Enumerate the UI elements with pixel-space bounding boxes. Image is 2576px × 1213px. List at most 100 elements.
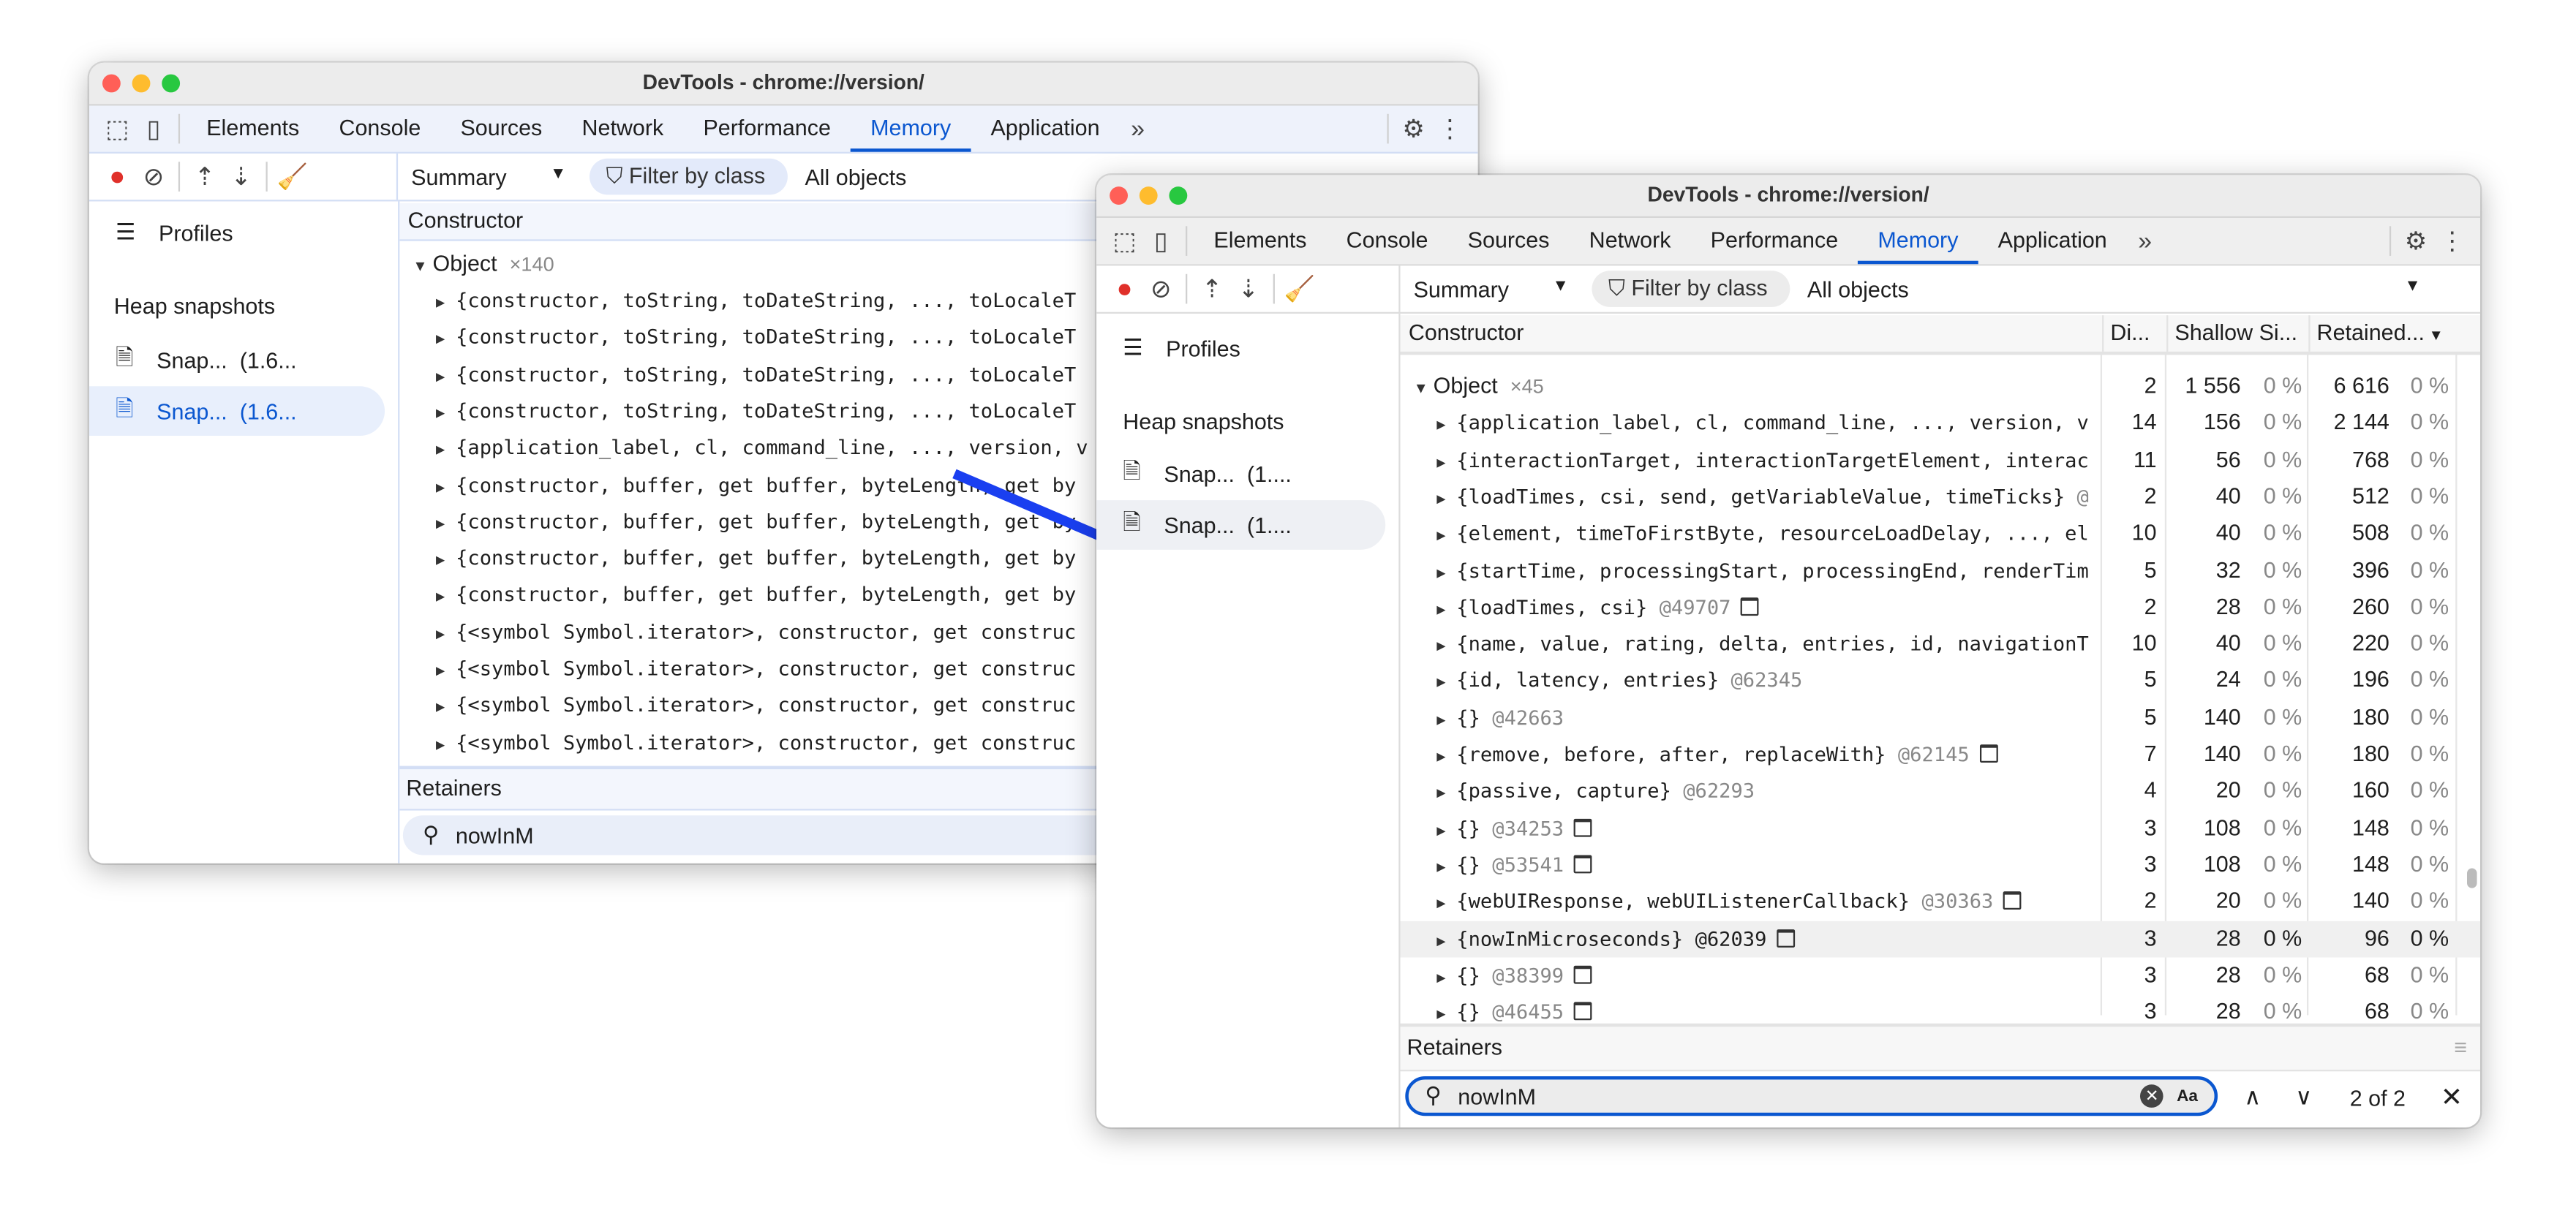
table-row[interactable]: ▶ {loadTimes, csi} @49707 2 28 0 % 260 0 % <box>1401 589 2481 626</box>
cell-shallow: 20 <box>2215 888 2241 913</box>
row-constructor: ▶ {passive, capture} @62293 <box>1436 773 2101 812</box>
more-tabs-icon[interactable]: » <box>2127 223 2163 260</box>
table-row[interactable]: ▶ {remove, before, after, replaceWith} @6… <box>1401 736 2481 773</box>
drag-handle-icon[interactable]: ≡ <box>2454 1027 2467 1070</box>
previous-match-icon[interactable]: ∧ <box>2244 1083 2261 1111</box>
table-row[interactable]: ▶ {element, timeToFirstByte, resourceLoad… <box>1401 515 2481 552</box>
record-icon[interactable]: ⏺ <box>1107 271 1143 307</box>
profiles-sidebar: ☰ Profiles Heap snapshots 🗎 Snap... (1....… <box>1096 313 1401 1128</box>
more-options-icon[interactable]: ⋮ <box>2434 223 2471 260</box>
zoom-button[interactable] <box>1169 186 1188 205</box>
cell-shallow-pct: 0 % <box>2263 851 2302 877</box>
cell-shallow: 156 <box>2203 409 2241 435</box>
broom-icon[interactable]: 🧹 <box>1281 271 1318 307</box>
close-search-icon[interactable]: ✕ <box>2441 1081 2463 1114</box>
view-select[interactable]: Summary ▼ <box>1414 276 1569 301</box>
row-label: {element, timeToFirstByte, resourceLoadD… <box>1456 521 2089 545</box>
row-label: {id, latency, entries} <box>1456 669 1720 692</box>
gear-icon[interactable]: ⚙ <box>2398 223 2434 260</box>
table-row[interactable]: ▶ {passive, capture} @62293 4 20 0 % 160 0 % <box>1401 773 2481 809</box>
close-button[interactable] <box>1110 186 1129 205</box>
table-row[interactable]: ▶ {} @38399 3 28 0 % 68 0 % <box>1401 957 2481 994</box>
tab-elements[interactable]: Elements <box>1194 218 1326 264</box>
table-row[interactable]: ▶ {} @42663 5 140 0 % 180 0 % <box>1401 700 2481 736</box>
cell-shallow: 28 <box>2215 925 2241 951</box>
tab-performance[interactable]: Performance <box>1691 218 1858 264</box>
cell-shallow-pct: 0 % <box>2263 961 2302 987</box>
row-label: {application_label, cl, command_line, ..… <box>1456 411 2089 435</box>
cell-shallow: 140 <box>2203 704 2241 730</box>
cell-shallow-pct: 0 % <box>2263 925 2302 951</box>
scrollbar-thumb[interactable] <box>2467 868 2477 888</box>
table-row[interactable]: ▶ {} @53541 3 108 0 % 148 0 % <box>1401 847 2481 883</box>
row-label: {nowInMicroseconds} <box>1456 926 1684 951</box>
row-label: {} <box>1456 964 1480 987</box>
clear-icon[interactable]: ⊘ <box>1142 271 1179 307</box>
chevron-down-icon: ▼ <box>2404 276 2421 295</box>
match-count: 2 of 2 <box>2349 1086 2406 1111</box>
distance-column-header[interactable]: Di... <box>2104 315 2169 352</box>
tab-application[interactable]: Application <box>1978 218 2127 264</box>
cell-retained-pct: 0 % <box>2410 961 2449 987</box>
object-id: @42663 <box>1492 706 1564 730</box>
cell-distance: 10 <box>2131 520 2157 545</box>
row-constructor: ▶ {} @34253 <box>1436 810 2101 850</box>
row-label: {webUIResponse, webUIListenerCallback} <box>1456 890 1910 913</box>
table-row[interactable]: ▶ {} @34253 3 108 0 % 148 0 % <box>1401 810 2481 847</box>
cell-retained-pct: 0 % <box>2410 851 2449 877</box>
next-match-icon[interactable]: ∨ <box>2295 1083 2312 1111</box>
minimize-button[interactable] <box>1139 186 1158 205</box>
search-field[interactable]: ⚲ nowInM ✕ Aa <box>1405 1076 2218 1116</box>
cell-distance: 3 <box>2144 815 2157 840</box>
shallow-size-column-header[interactable]: Shallow Si... <box>2168 315 2311 352</box>
table-row[interactable]: ▶ {webUIResponse, webUIListenerCallback} … <box>1401 883 2481 920</box>
filter-by-class-input[interactable]: ⛉ Filter by class <box>1592 271 1791 307</box>
tab-network[interactable]: Network <box>1570 218 1691 264</box>
collapsed-triangle-icon: ▶ <box>1436 491 1446 509</box>
cell-retained: 160 <box>2352 778 2389 803</box>
row-constructor: ▶ {element, timeToFirstByte, resourceLoad… <box>1436 515 2101 555</box>
table-row[interactable]: ▶ {nowInMicroseconds} @62039 3 28 0 % 96 0 % <box>1400 920 2481 957</box>
retained-size-column-header[interactable]: Retained... ▼ <box>2311 315 2458 352</box>
row-constructor: ▶ {name, value, rating, delta, entries, i… <box>1436 626 2101 665</box>
snapshot-item[interactable]: 🗎 Snap... (1.... <box>1096 449 1385 499</box>
clear-search-icon[interactable]: ✕ <box>2140 1084 2164 1108</box>
window-icon <box>2003 891 2022 910</box>
object-id: @ <box>2076 485 2089 509</box>
table-row[interactable]: ▶ {name, value, rating, delta, entries, i… <box>1401 626 2481 662</box>
device-toolbar-icon[interactable]: ▯ <box>1142 223 1179 260</box>
download-icon[interactable]: ⇣ <box>1230 271 1267 307</box>
object-id: @30363 <box>1921 890 1994 913</box>
cell-retained-pct: 0 % <box>2410 925 2449 951</box>
collapsed-triangle-icon: ▶ <box>1436 565 1446 582</box>
table-row[interactable]: ▶ {id, latency, entries} @62345 5 24 0 % 196 0… <box>1401 662 2481 699</box>
cell-retained: 148 <box>2352 815 2389 840</box>
collapsed-triangle-icon: ▶ <box>1436 933 1446 951</box>
row-label: {passive, capture} <box>1456 779 1671 803</box>
snapshot-item-selected[interactable]: 🗎 Snap... (1.... <box>1096 500 1386 550</box>
tab-memory[interactable]: Memory <box>1858 218 1978 265</box>
cell-retained: 508 <box>2352 520 2389 545</box>
constructor-column-header[interactable]: Constructor <box>1401 315 2104 352</box>
row-label: {} <box>1456 853 1480 877</box>
window-icon <box>1777 928 1795 947</box>
table-row[interactable]: ▶ {application_label, cl, command_line, .… <box>1401 405 2481 442</box>
tab-console[interactable]: Console <box>1327 218 1448 264</box>
cell-distance: 7 <box>2144 741 2157 766</box>
cell-shallow: 108 <box>2203 815 2241 840</box>
tab-sources[interactable]: Sources <box>1448 218 1570 264</box>
cell-retained: 6 616 <box>2333 373 2389 398</box>
collapsed-triangle-icon: ▶ <box>1436 602 1446 619</box>
table-row[interactable]: ▶ {startTime, processingStart, processing… <box>1401 552 2481 589</box>
inspect-element-icon[interactable]: ⬚ <box>1107 223 1143 260</box>
row-constructor: ▶ {remove, before, after, replaceWith} @6… <box>1436 736 2101 776</box>
object-group-row[interactable]: ▼ Object ×45 2 1 556 0 % 6 616 0 % <box>1401 368 2481 404</box>
cell-shallow-pct: 0 % <box>2263 778 2302 803</box>
match-case-button[interactable]: Aa <box>2177 1087 2198 1106</box>
table-row[interactable]: ▶ {loadTimes, csi, send, getVariableValue… <box>1401 478 2481 515</box>
cell-distance: 2 <box>2144 888 2157 913</box>
profiles-item[interactable]: ☰ Profiles <box>1096 324 1385 374</box>
objects-select[interactable]: All objects ▼ <box>1807 276 2480 301</box>
table-row[interactable]: ▶ {interactionTarget, interactionTargetEl… <box>1401 442 2481 478</box>
upload-icon[interactable]: ⇡ <box>1194 271 1230 307</box>
